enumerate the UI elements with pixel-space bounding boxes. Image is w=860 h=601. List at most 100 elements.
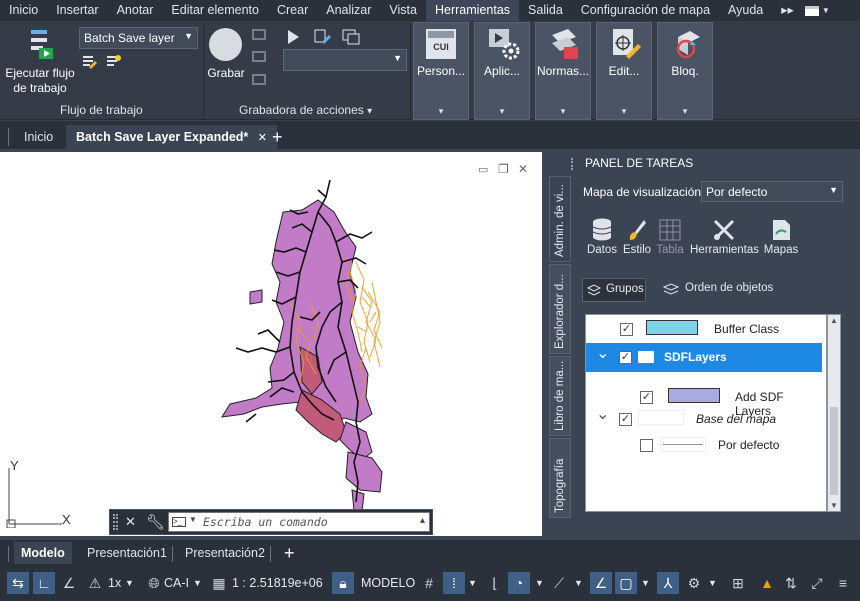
chevron-down-icon[interactable]: ▼ [535, 572, 544, 594]
tree-row-buffer-class[interactable]: ✓ Buffer Class [586, 317, 822, 343]
chevron-down-icon[interactable]: ▼ [193, 572, 202, 594]
edit-button[interactable]: Edit... ▾ [596, 22, 652, 120]
tool-data[interactable]: Datos [585, 218, 619, 262]
command-input[interactable]: Escriba un comando [203, 515, 328, 529]
tool-tools[interactable]: Herramientas [690, 218, 759, 262]
close-icon[interactable]: ✕ [258, 132, 267, 144]
warning-icon[interactable]: ▲ [756, 572, 778, 594]
tab-layout2[interactable]: Presentación2 [185, 542, 265, 564]
menu-item-vista[interactable]: Vista [380, 0, 426, 21]
chevron-down-icon[interactable]: ▼ [574, 572, 583, 594]
chevron-up-icon[interactable]: ▴ [420, 515, 425, 526]
isodraft-icon[interactable]: ⟋ [548, 572, 570, 594]
polar-tracking-icon[interactable]: ◔ [508, 572, 530, 594]
menu-item-herramientas[interactable]: Herramientas [426, 0, 520, 21]
scroll-thumb[interactable] [830, 407, 838, 495]
standards-button[interactable]: Normas... ▾ [535, 22, 591, 120]
grid-icon[interactable]: # [418, 572, 440, 594]
tree-row-base-map[interactable]: ⌄ ✓ Base del mapa [586, 406, 822, 434]
tree-row-sdflayers[interactable]: ⌄ ✓ SDFLayers [586, 343, 822, 372]
chevron-down-icon[interactable]: ▼ [641, 572, 650, 594]
annotation-scale-value[interactable]: 1x [108, 572, 121, 594]
command-line[interactable]: ✕ 🔧︎ >_ ▼ Escriba un comando ▴ [109, 509, 433, 535]
tab-layout1[interactable]: Presentación1 [87, 542, 167, 564]
scroll-up-icon[interactable]: ▲ [830, 316, 838, 325]
add-layout-button[interactable]: + [284, 542, 295, 564]
polar-icon[interactable]: ∠ [58, 572, 80, 594]
menu-item-ayuda[interactable]: Ayuda [719, 0, 772, 21]
groups-button[interactable]: Grupos [582, 278, 646, 302]
side-tab-survey[interactable]: Topografía [549, 438, 571, 518]
object-snap-tracking-icon[interactable]: ∠ [590, 572, 612, 594]
workflow-combo[interactable]: Batch Save layer ▼ [79, 27, 198, 49]
tab-home[interactable]: Inicio [24, 125, 53, 149]
snap-grid-icon[interactable]: ⁞ [443, 572, 465, 594]
customize-status-icon[interactable]: ≡ [832, 572, 854, 594]
draw-order-button[interactable]: Orden de objetos [661, 278, 781, 302]
chevron-down-icon[interactable]: ▼ [468, 572, 477, 594]
annotation-scale-icon[interactable]: ⚠ [84, 572, 106, 594]
scroll-down-icon[interactable]: ▼ [830, 501, 838, 510]
view-map-combo[interactable]: Por defecto ▼ [701, 181, 843, 202]
tab-model[interactable]: Modelo [14, 542, 72, 564]
menu-item-salida[interactable]: Salida [519, 0, 572, 21]
menu-item-editar-elemento[interactable]: Editar elemento [162, 0, 268, 21]
layer-checkbox[interactable]: ✓ [619, 413, 632, 426]
workflow-new-icon[interactable] [106, 54, 122, 70]
gear-icon[interactable]: ⚙ [683, 572, 705, 594]
window-menu-icon[interactable] [804, 5, 819, 16]
block-button[interactable]: Bloq. ▾ [657, 22, 713, 120]
coord-system-value[interactable]: CA-I [164, 572, 189, 594]
menu-item-insertar[interactable]: Insertar [47, 0, 107, 21]
play-icon[interactable] [285, 29, 301, 45]
tree-scrollbar[interactable]: ▲ ▼ [827, 314, 841, 512]
chevron-down-icon[interactable]: ▼ [708, 572, 717, 594]
map-scale-icon[interactable]: ▦ [208, 572, 230, 594]
chevron-down-icon[interactable]: ▼ [125, 572, 134, 594]
side-tab-explorer[interactable]: Explorador d... [549, 264, 571, 354]
layer-checkbox[interactable] [640, 439, 653, 452]
side-tab-display-manager[interactable]: Admin. de vi... [549, 176, 571, 262]
customize-button[interactable]: CUI Person... ▾ [413, 22, 469, 120]
side-tab-map-book[interactable]: Libro de ma... [549, 356, 571, 436]
tool-style[interactable]: Estilo [622, 218, 652, 262]
wrench-icon[interactable]: 🔧︎ [146, 513, 165, 531]
menu-item-crear[interactable]: Crear [268, 0, 317, 21]
command-close-icon[interactable]: ✕ [125, 514, 136, 530]
macro-combo[interactable]: ▼ [283, 49, 407, 71]
applications-button[interactable]: Aplic... ▾ [474, 22, 530, 120]
tree-row-default[interactable]: Por defecto [586, 434, 822, 460]
tab-active-drawing[interactable]: Batch Save Layer Expanded* ✕ [66, 125, 277, 149]
run-workflow-button[interactable]: Ejecutar flujo de trabajo [2, 25, 78, 97]
layer-checkbox[interactable]: ✓ [619, 351, 632, 364]
menu-item-inicio[interactable]: Inicio [0, 0, 47, 21]
model-space-button[interactable]: MODELO [361, 572, 415, 594]
infer-constraints-icon[interactable]: ⌊ [484, 572, 506, 594]
add-tab-button[interactable]: + [272, 125, 283, 149]
drawing-viewport[interactable]: ▭ ❐ ✕ Y X [0, 152, 542, 536]
menu-item-configuración-de-mapa[interactable]: Configuración de mapa [572, 0, 719, 21]
expand-icon[interactable]: ⌄ [596, 343, 609, 363]
layer-checkbox[interactable]: ✓ [620, 323, 633, 336]
globe-icon[interactable]: 🌐︎ [143, 572, 165, 594]
menu-item-analizar[interactable]: Analizar [317, 0, 380, 21]
record-button[interactable]: Grabar [206, 25, 246, 85]
lock-icon[interactable]: 🔒︎ [332, 572, 354, 594]
menu-item-anotar[interactable]: Anotar [108, 0, 163, 21]
fullscreen-icon[interactable]: ⤢ [806, 572, 828, 594]
expand-icon[interactable]: ⌄ [596, 404, 609, 424]
ortho-icon[interactable]: ∟ [33, 572, 55, 594]
workflow-edit-icon[interactable] [82, 54, 98, 70]
object-snap-icon[interactable]: ▢ [615, 572, 637, 594]
workspace-icon[interactable]: ⊞ [727, 572, 749, 594]
annotation-visibility-icon[interactable]: ⅄ [657, 572, 679, 594]
hardware-accel-icon[interactable]: ⇅ [780, 572, 802, 594]
layer-checkbox[interactable]: ✓ [640, 391, 653, 404]
command-input-box[interactable]: >_ ▼ Escriba un comando ▴ [168, 512, 430, 532]
map-scale-value[interactable]: 1 : 2.51819e+06 [232, 572, 323, 594]
macro-manager-icon[interactable] [342, 29, 360, 45]
snap-mode-icon[interactable]: ⇆ [7, 572, 29, 594]
tool-maps[interactable]: Mapas [761, 218, 801, 262]
chevron-down-icon[interactable]: ▼ [822, 6, 830, 15]
double-chevron-right-icon[interactable]: ▸▸ [772, 0, 803, 21]
